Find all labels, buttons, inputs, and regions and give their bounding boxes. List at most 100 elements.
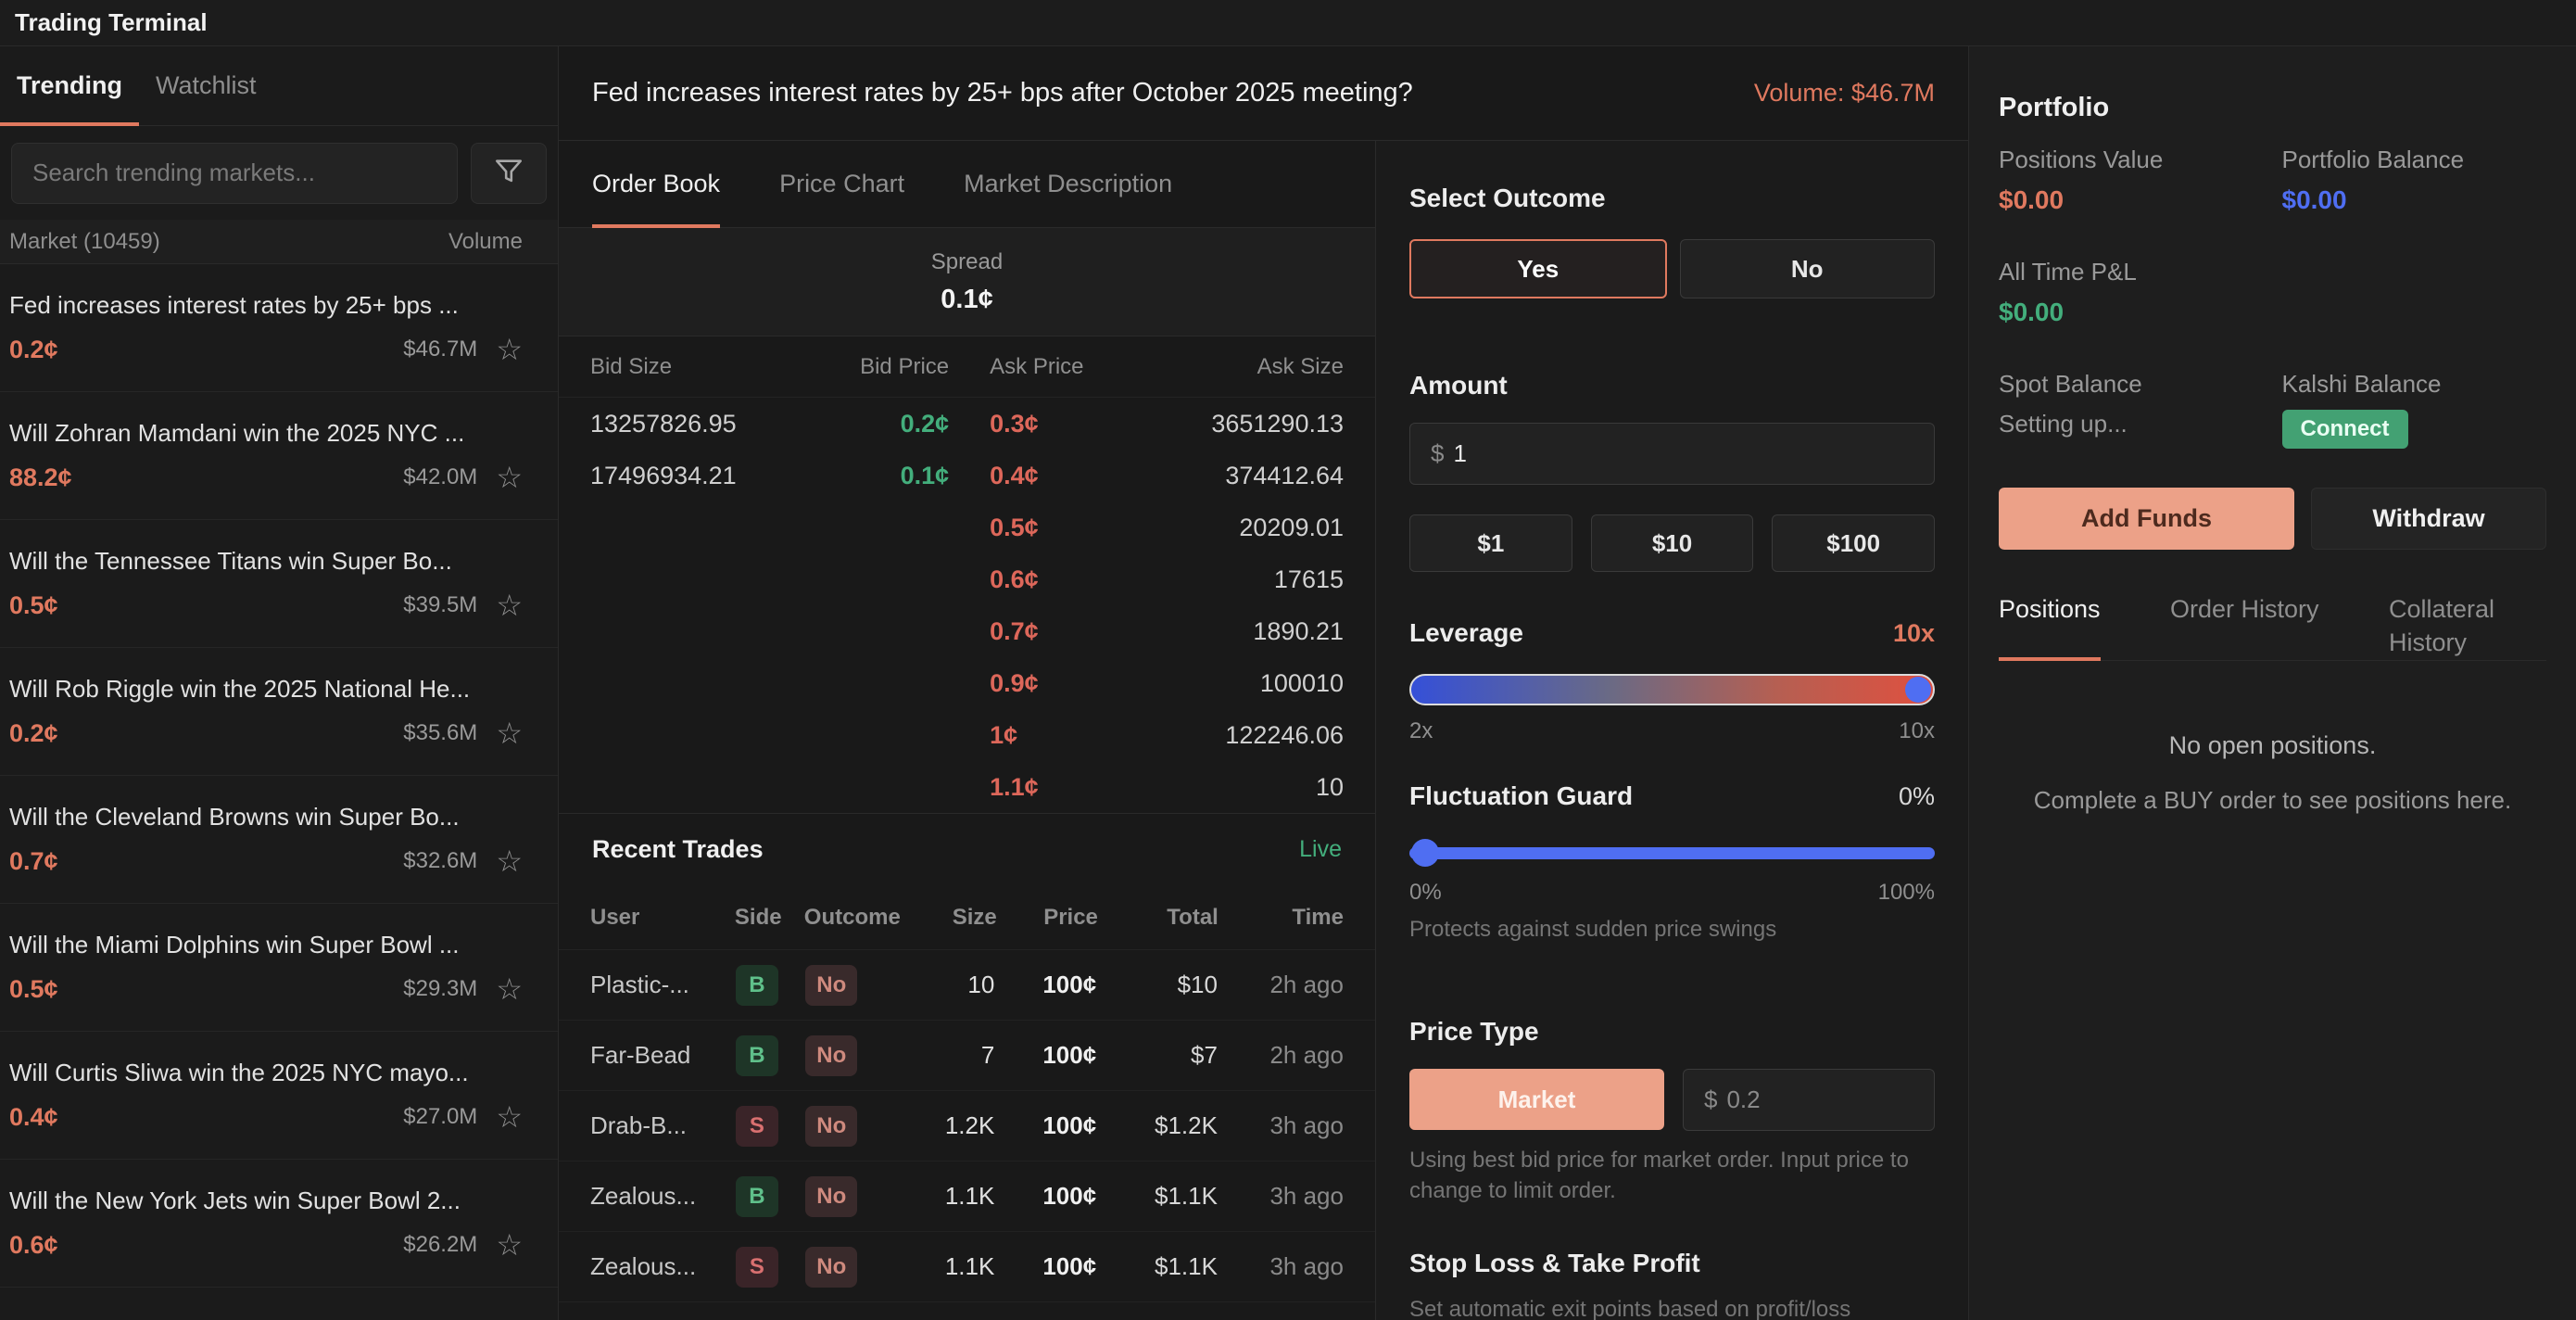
market-list-item[interactable]: Will the Cleveland Browns win Super Bo..…: [0, 776, 558, 904]
yes-button[interactable]: Yes: [1409, 239, 1667, 298]
market-list-item[interactable]: Will the New York Jets win Super Bowl 2.…: [0, 1160, 558, 1288]
sidebar-tabs: Trending Watchlist: [0, 46, 558, 126]
favorite-star-icon[interactable]: ☆: [496, 974, 523, 1004]
market-volume: $42.0M: [403, 464, 477, 490]
tab-order-book[interactable]: Order Book: [592, 141, 720, 227]
favorite-star-icon[interactable]: ☆: [496, 590, 523, 620]
market-list-item[interactable]: Will the Miami Dolphins win Super Bowl .…: [0, 904, 558, 1032]
stop-loss-take-profit-label: Stop Loss & Take Profit: [1409, 1249, 1935, 1278]
fluctuation-guard-slider[interactable]: [1409, 839, 1935, 867]
trade-row: Far-Bead B No 7 100¢ $7 2h ago: [559, 1021, 1375, 1091]
search-input[interactable]: [11, 143, 458, 204]
trade-size: 1.1K: [898, 1182, 995, 1211]
tab-order-history-label: Order History: [2170, 595, 2319, 623]
quick-amount-10-button[interactable]: $10: [1591, 514, 1754, 572]
trade-total: $1.2K: [1096, 1111, 1218, 1140]
spot-balance-label: Spot Balance: [1999, 370, 2264, 399]
market-list-item[interactable]: Will Zohran Mamdani win the 2025 NYC ...…: [0, 392, 558, 520]
connect-button[interactable]: Connect: [2282, 410, 2408, 449]
fluctuation-guard-track[interactable]: [1409, 847, 1935, 859]
market-list-item[interactable]: Fed increases interest rates by 25+ bps …: [0, 264, 558, 392]
quick-amount-10-label: $10: [1652, 529, 1692, 558]
amount-input[interactable]: $ 1: [1409, 423, 1935, 485]
market-price: 0.5¢: [9, 975, 58, 1004]
quick-amount-100-label: $100: [1826, 529, 1880, 558]
leverage-value: 10x: [1893, 619, 1935, 648]
orderbook-row: 0.7¢ 1890.21: [559, 605, 1375, 657]
trade-time: 2h ago: [1218, 971, 1344, 999]
tab-positions[interactable]: Positions: [1999, 589, 2101, 660]
tab-collateral-history-label: Collateral History: [2389, 595, 2494, 656]
filter-button[interactable]: [471, 143, 547, 204]
tab-price-chart-label: Price Chart: [779, 170, 904, 198]
market-price: 0.7¢: [9, 847, 58, 876]
market-title: Will the Miami Dolphins win Super Bowl .…: [9, 931, 523, 959]
market-volume: $29.3M: [403, 976, 477, 1002]
market-list-item[interactable]: Will Curtis Sliwa win the 2025 NYC mayo.…: [0, 1032, 558, 1160]
fluctuation-guard-thumb[interactable]: [1411, 839, 1439, 867]
trade-total: $10: [1096, 971, 1218, 999]
orderbook-column-headers: Bid Size Bid Price Ask Price Ask Size: [559, 336, 1375, 398]
market-price: 0.2¢: [9, 719, 58, 748]
price-currency-prefix: $: [1704, 1085, 1717, 1114]
tab-order-book-label: Order Book: [592, 170, 720, 198]
ask-size: 374412.64: [1110, 462, 1344, 490]
leverage-label: Leverage: [1409, 618, 1523, 648]
trade-user: Drab-B...: [590, 1111, 736, 1140]
ask-size: 3651290.13: [1110, 410, 1344, 438]
market-volume: $32.6M: [403, 848, 477, 874]
favorite-star-icon[interactable]: ☆: [496, 463, 523, 492]
quick-amount-1-button[interactable]: $1: [1409, 514, 1572, 572]
tab-trending[interactable]: Trending: [0, 46, 139, 125]
ask-price-header: Ask Price: [949, 354, 1110, 380]
trade-total: $1.1K: [1096, 1182, 1218, 1211]
trade-time: 3h ago: [1218, 1111, 1344, 1140]
trade-total: $1.1K: [1096, 1252, 1218, 1281]
market-list-item[interactable]: Will the Tennessee Titans win Super Bo..…: [0, 520, 558, 648]
positions-empty-state: No open positions. Complete a BUY order …: [1999, 731, 2546, 815]
spread-label: Spread: [931, 249, 1003, 275]
limit-price-input[interactable]: $ 0.2: [1683, 1069, 1935, 1131]
market-column-label: Market (10459): [9, 229, 160, 255]
market-list-header: Market (10459) Volume: [0, 220, 558, 264]
trade-total: $7: [1096, 1041, 1218, 1070]
favorite-star-icon[interactable]: ☆: [496, 718, 523, 748]
market-order-button[interactable]: Market: [1409, 1069, 1664, 1130]
withdraw-button[interactable]: Withdraw: [2311, 488, 2546, 550]
orderbook-row: 17496934.21 0.1¢ 0.4¢ 374412.64: [559, 450, 1375, 501]
side-badge: S: [736, 1247, 778, 1288]
market-question: Fed increases interest rates by 25+ bps …: [592, 78, 1413, 108]
quick-amount-100-button[interactable]: $100: [1772, 514, 1935, 572]
trade-size: 1.2K: [898, 1111, 995, 1140]
orderbook-panel: Order Book Price Chart Market Descriptio…: [559, 141, 1375, 1320]
trades-time-header: Time: [1219, 905, 1344, 931]
market-detail-panel: Fed increases interest rates by 25+ bps …: [559, 46, 1968, 1320]
market-volume: $39.5M: [403, 592, 477, 618]
trades-column-headers: User Side Outcome Size Price Total Time: [559, 885, 1375, 950]
trade-row: Zealous... B No 1.1K 100¢ $1.1K 3h ago: [559, 1161, 1375, 1232]
spot-balance-status: Setting up...: [1999, 410, 2264, 438]
tab-market-description[interactable]: Market Description: [964, 141, 1172, 227]
market-list-item[interactable]: Will Rob Riggle win the 2025 National He…: [0, 648, 558, 776]
tab-price-chart[interactable]: Price Chart: [779, 141, 904, 227]
no-button[interactable]: No: [1680, 239, 1936, 298]
orderbook-row: 0.9¢ 100010: [559, 657, 1375, 709]
favorite-star-icon[interactable]: ☆: [496, 1230, 523, 1260]
trade-price: 100¢: [994, 971, 1096, 999]
market-volume: $26.2M: [403, 1232, 477, 1258]
add-funds-button[interactable]: Add Funds: [1999, 488, 2294, 550]
fluctuation-guard-label: Fluctuation Guard: [1409, 781, 1633, 811]
leverage-slider[interactable]: [1409, 674, 1935, 705]
tab-order-history[interactable]: Order History: [2170, 589, 2319, 660]
market-price: 0.6¢: [9, 1231, 58, 1260]
trading-terminal-app: Trading Terminal Trending Watchlist Mark…: [0, 0, 2576, 1320]
favorite-star-icon[interactable]: ☆: [496, 1102, 523, 1132]
guard-max-label: 100%: [1878, 880, 1935, 906]
favorite-star-icon[interactable]: ☆: [496, 335, 523, 364]
leverage-slider-thumb[interactable]: [1905, 677, 1931, 703]
market-order-button-label: Market: [1498, 1085, 1576, 1114]
tab-collateral-history[interactable]: Collateral History: [2389, 589, 2546, 660]
favorite-star-icon[interactable]: ☆: [496, 846, 523, 876]
market-title: Fed increases interest rates by 25+ bps …: [9, 291, 523, 320]
tab-watchlist[interactable]: Watchlist: [139, 46, 273, 125]
